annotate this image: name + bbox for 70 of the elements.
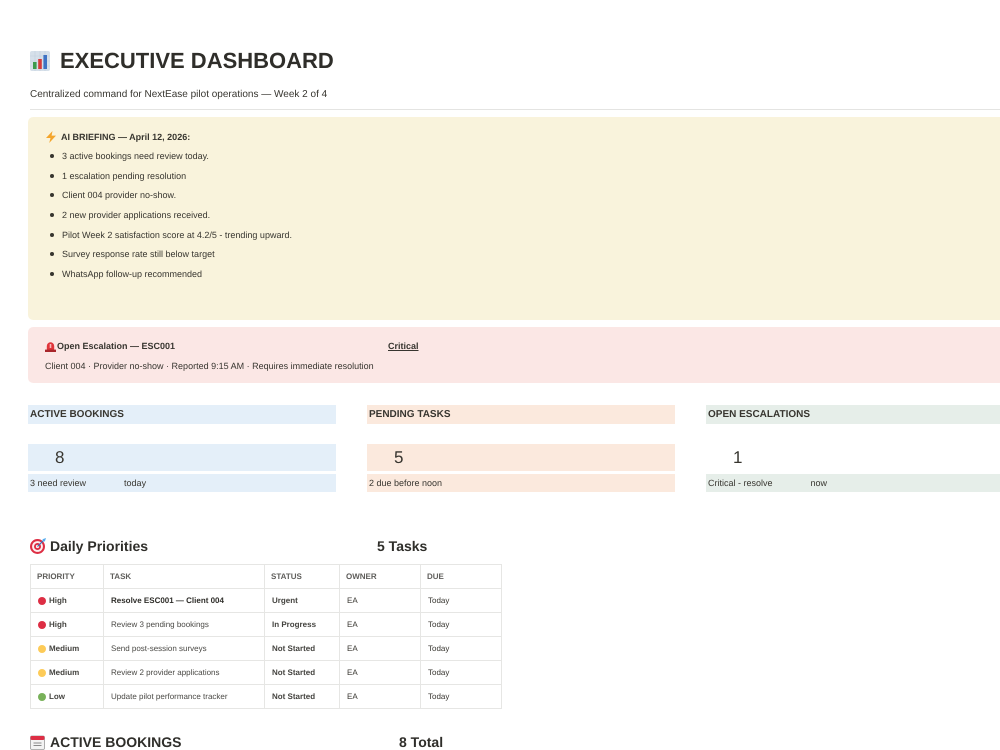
calendar-icon	[30, 735, 45, 750]
table-cell: Not Started	[264, 636, 340, 660]
escalation-title: Open Escalation — ESC001	[57, 340, 176, 352]
priority-label: High	[49, 594, 67, 606]
briefing-item: Pilot Week 2 satisfaction score at 4.2/5 - trending upward.	[62, 228, 292, 241]
table-cell: Today	[420, 636, 502, 660]
stat-value: 1	[732, 447, 744, 469]
priority-label: Low	[49, 690, 65, 702]
briefing-item: 2 new provider applications received.	[62, 208, 210, 221]
escalation-details: Client 004 · Provider no-show · Reported 9:15 AM · Requires immediate resolution	[45, 360, 375, 372]
table-cell: Urgent	[264, 588, 340, 612]
table-cell: Review 3 pending bookings	[104, 612, 264, 636]
column-header: PRIORITY	[30, 564, 104, 588]
table-cell: EA	[340, 636, 420, 660]
briefing-heading: AI BRIEFING — April 12, 2026:	[61, 131, 190, 143]
stat-value: 8	[28, 444, 336, 471]
column-header: TASK	[104, 564, 264, 588]
bullet-icon	[50, 272, 54, 276]
stat-note: now	[810, 477, 828, 489]
bar-chart-icon	[30, 51, 50, 71]
bullet-icon	[50, 252, 54, 256]
table-cell: Not Started	[264, 684, 340, 708]
table-cell: Not Started	[264, 660, 340, 684]
bullet-icon	[50, 154, 54, 158]
bullet-icon	[50, 232, 54, 237]
page-subtitle: Centralized command for NextEase pilot operations — Week 2 of 4	[29, 88, 328, 102]
stat-note: today	[124, 477, 146, 489]
table-cell: In Progress	[264, 612, 340, 636]
stat-note: Critical - resolve	[708, 477, 773, 489]
page-title: EXECUTIVE DASHBOARD	[60, 50, 334, 72]
priority-label: Medium	[49, 666, 80, 678]
column-header: DUE	[420, 564, 502, 588]
table-cell: Today	[420, 588, 502, 612]
table-cell: EA	[340, 684, 420, 708]
priority-label: Medium	[49, 642, 80, 654]
briefing-item: WhatsApp follow-up recommended	[62, 268, 202, 280]
bullet-icon	[50, 174, 54, 178]
table-cell: EA	[340, 612, 420, 636]
table-cell: Today	[420, 612, 502, 636]
table-cell: Today	[420, 660, 502, 684]
briefing-item: Client 004 provider no-show.	[62, 189, 176, 202]
severity-label: Critical	[388, 340, 419, 352]
table-cell: Review 2 provider applications	[104, 660, 264, 684]
stat-card-header: OPEN ESCALATIONS	[706, 405, 1000, 424]
briefing-item: Survey response rate still below target	[62, 248, 215, 260]
stat-note: 2 due before noon	[369, 477, 442, 489]
briefing-item: 3 active bookings need review today.	[62, 150, 209, 162]
table-cell: Update pilot performance tracker	[104, 684, 264, 708]
siren-icon	[45, 340, 56, 352]
column-header: STATUS	[264, 564, 340, 588]
booking-count: 8 Total	[399, 735, 444, 750]
table-cell: EA	[340, 660, 420, 684]
stat-card-header: PENDING TASKS	[367, 405, 675, 424]
table-cell: Resolve ESC001 — Client 004	[104, 588, 264, 612]
section-title: ACTIVE BOOKINGS	[50, 735, 182, 750]
task-count: 5 Tasks	[377, 537, 428, 555]
column-header: OWNER	[340, 564, 420, 588]
bullet-icon	[50, 193, 54, 198]
priority-label: High	[49, 618, 67, 630]
table-cell: EA	[340, 588, 420, 612]
target-icon	[30, 538, 46, 554]
briefing-item: 1 escalation pending resolution	[62, 170, 186, 182]
section-title: Daily Priorities	[50, 537, 150, 555]
bullet-icon	[50, 212, 54, 217]
table-cell: Send post-session surveys	[104, 636, 264, 660]
stat-note: 3 need review	[30, 477, 86, 489]
lightning-icon	[46, 131, 56, 143]
stat-card-header: ACTIVE BOOKINGS	[28, 405, 336, 424]
stat-value: 5	[367, 444, 675, 471]
table-cell: Today	[420, 684, 502, 708]
